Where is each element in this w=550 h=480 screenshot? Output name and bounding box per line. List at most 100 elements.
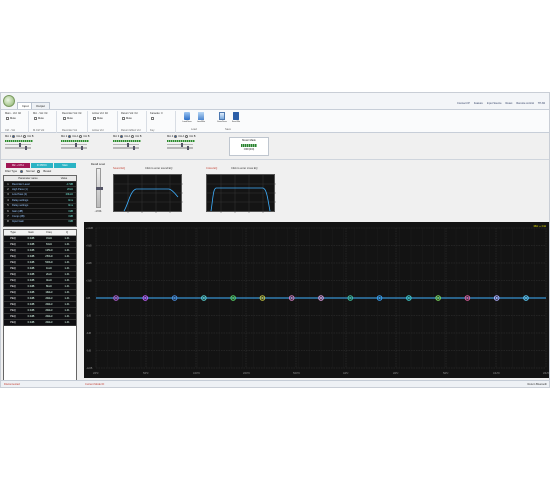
eq-cell[interactable]: 0.0dB	[22, 249, 40, 252]
eq-cell[interactable]: 0.0dB	[22, 255, 40, 258]
checkbox-icon[interactable]	[63, 117, 66, 120]
eq-cell[interactable]: 1.41	[58, 297, 76, 300]
sound-eq-graph[interactable]	[113, 174, 183, 213]
eq-cell[interactable]: 1.41	[58, 291, 76, 294]
menu-connect-ip[interactable]: Connect IP	[457, 102, 470, 105]
mic-ch-a-button[interactable]: Mic + CH A	[6, 163, 30, 168]
channel-slider-1[interactable]	[167, 142, 223, 147]
param-value[interactable]: 20kHz	[52, 193, 76, 196]
eq-cell[interactable]: PEQ	[4, 303, 22, 306]
eq-cell[interactable]: 20kHz	[40, 321, 58, 324]
checkbox-icon[interactable]	[34, 117, 37, 120]
param-value[interactable]: 0dB	[52, 210, 76, 213]
eq-cell[interactable]: 0.0dB	[22, 291, 40, 294]
parameter-row[interactable]: 5 Delay settings 0ms	[4, 202, 76, 208]
eq-cell[interactable]: 16kHz	[40, 291, 58, 294]
checkbox-icon[interactable]	[93, 117, 96, 120]
radio-icon[interactable]	[174, 135, 178, 138]
checkbox-icon[interactable]	[6, 117, 9, 120]
eq-cell[interactable]: 31Hz	[40, 237, 58, 240]
eq-cell[interactable]: 20kHz	[40, 309, 58, 312]
radio-icon[interactable]	[20, 170, 24, 173]
eq-cell[interactable]: PEQ	[4, 285, 22, 288]
active-mute[interactable]: Mute	[93, 117, 103, 120]
param-value[interactable]: 0ms	[52, 199, 76, 202]
menu-feature[interactable]: Feature	[474, 102, 483, 105]
app-logo-icon[interactable]	[3, 95, 15, 107]
radio-icon[interactable]	[185, 135, 189, 138]
eq-cell[interactable]: PEQ	[4, 297, 22, 300]
menu-device[interactable]: TP-84	[538, 102, 545, 105]
param-value[interactable]: 0dB	[52, 215, 76, 218]
parameter-row[interactable]: 3 Low Pass (1) 20kHz	[4, 191, 76, 197]
eq-cell[interactable]: PEQ	[4, 315, 22, 318]
save-save-button[interactable]: Save/Save	[217, 112, 227, 126]
eq-cell[interactable]: 125Hz	[40, 249, 58, 252]
eq-cell[interactable]: PEQ	[4, 261, 22, 264]
menu-input-source[interactable]: Input Source	[487, 102, 502, 105]
recorder-mute[interactable]: Mute	[63, 117, 73, 120]
eq-cell[interactable]: 1.41	[58, 309, 76, 312]
return-mute[interactable]: Mute	[122, 117, 132, 120]
eq-cell[interactable]: PEQ	[4, 279, 22, 282]
channel-slider-1[interactable]	[113, 142, 169, 147]
music-mask-panel[interactable]: Music Mask OFF(0/0)	[229, 137, 269, 156]
channel-slider-2[interactable]	[167, 146, 223, 151]
eq-cell[interactable]: 63Hz	[40, 243, 58, 246]
eq-cell[interactable]: 20kHz	[40, 315, 58, 318]
eq-cell[interactable]: 1.41	[58, 279, 76, 282]
mic-mute[interactable]: Mute	[34, 117, 44, 120]
radio-icon[interactable]	[120, 135, 124, 138]
radio-icon[interactable]	[23, 135, 27, 138]
recall-level-slider[interactable]	[95, 168, 103, 208]
parameter-row[interactable]: 2 High Pass (1) 20Hz	[4, 186, 76, 191]
eq-cell[interactable]: 1.41	[58, 261, 76, 264]
eq-cell[interactable]: 0.0dB	[22, 309, 40, 312]
eq-cell[interactable]: PEQ	[4, 321, 22, 324]
eq-cell[interactable]: 250Hz	[40, 255, 58, 258]
parameter-row[interactable]: 1 Recorder Level -17dB	[4, 181, 76, 186]
main-eq-graph[interactable]: +12dB +9dB +6dB +3dB 0dB -3dB -6dB -9dB -12dB 20H…	[84, 222, 550, 378]
cross-eq-graph[interactable]	[206, 174, 276, 213]
eq-cell[interactable]: PEQ	[4, 309, 22, 312]
eq-cell[interactable]: 2kHz	[40, 273, 58, 276]
eq-cell[interactable]: PEQ	[4, 255, 22, 258]
radio-icon[interactable]	[131, 135, 135, 138]
channel-slider-2[interactable]	[5, 146, 61, 151]
eq-cell[interactable]: 500Hz	[40, 261, 58, 264]
radio-icon[interactable]	[79, 135, 83, 138]
karaoke-toggle[interactable]	[151, 117, 154, 120]
eq-cell[interactable]: 4kHz	[40, 279, 58, 282]
save-file-button[interactable]: Save/File	[231, 112, 241, 126]
tab-output[interactable]: Output	[31, 102, 51, 109]
parameter-row[interactable]: 4 Delay settings 0ms	[4, 197, 76, 202]
menu-reset[interactable]: Reset	[506, 102, 513, 105]
checkbox-icon[interactable]	[151, 117, 154, 120]
eq-cell[interactable]: 0.0dB	[22, 321, 40, 324]
eq-cell[interactable]: 1kHz	[40, 267, 58, 270]
eq-cell[interactable]: 1.41	[58, 237, 76, 240]
eq-cell[interactable]: PEQ	[4, 249, 22, 252]
eq-cell[interactable]: PEQ	[4, 291, 22, 294]
eq-cell[interactable]: 0.0dB	[22, 279, 40, 282]
channel-slider-2[interactable]	[113, 146, 169, 151]
load-save-button[interactable]: Load/Save	[182, 112, 192, 126]
eq-cell[interactable]: 1.41	[58, 249, 76, 252]
parameter-row[interactable]: 6 Gain (dB) 0dB	[4, 207, 76, 213]
checkbox-icon[interactable]	[122, 117, 125, 120]
eq-cell[interactable]: 20kHz	[40, 297, 58, 300]
eq-cell[interactable]: 0.0dB	[22, 285, 40, 288]
eq-cell[interactable]: PEQ	[4, 237, 22, 240]
main-mute[interactable]: Mute	[6, 117, 16, 120]
eq-cell[interactable]: PEQ	[4, 243, 22, 246]
eq-cell[interactable]: 8kHz	[40, 285, 58, 288]
parameter-row[interactable]: 8 Input Gain 0dB	[4, 218, 76, 224]
eq-cell[interactable]: 0.0dB	[22, 303, 40, 306]
eq-cell[interactable]: 1.41	[58, 285, 76, 288]
main-button[interactable]: Main	[54, 163, 76, 168]
param-value[interactable]: 20Hz	[52, 188, 76, 191]
radio-icon[interactable]	[12, 135, 16, 138]
main-eq-plot[interactable]: +12dB +9dB +6dB +3dB 0dB -3dB -6dB -9dB -12dB20H…	[84, 222, 550, 378]
eq-cell[interactable]: 0.0dB	[22, 297, 40, 300]
eq-cell[interactable]: 20kHz	[40, 303, 58, 306]
